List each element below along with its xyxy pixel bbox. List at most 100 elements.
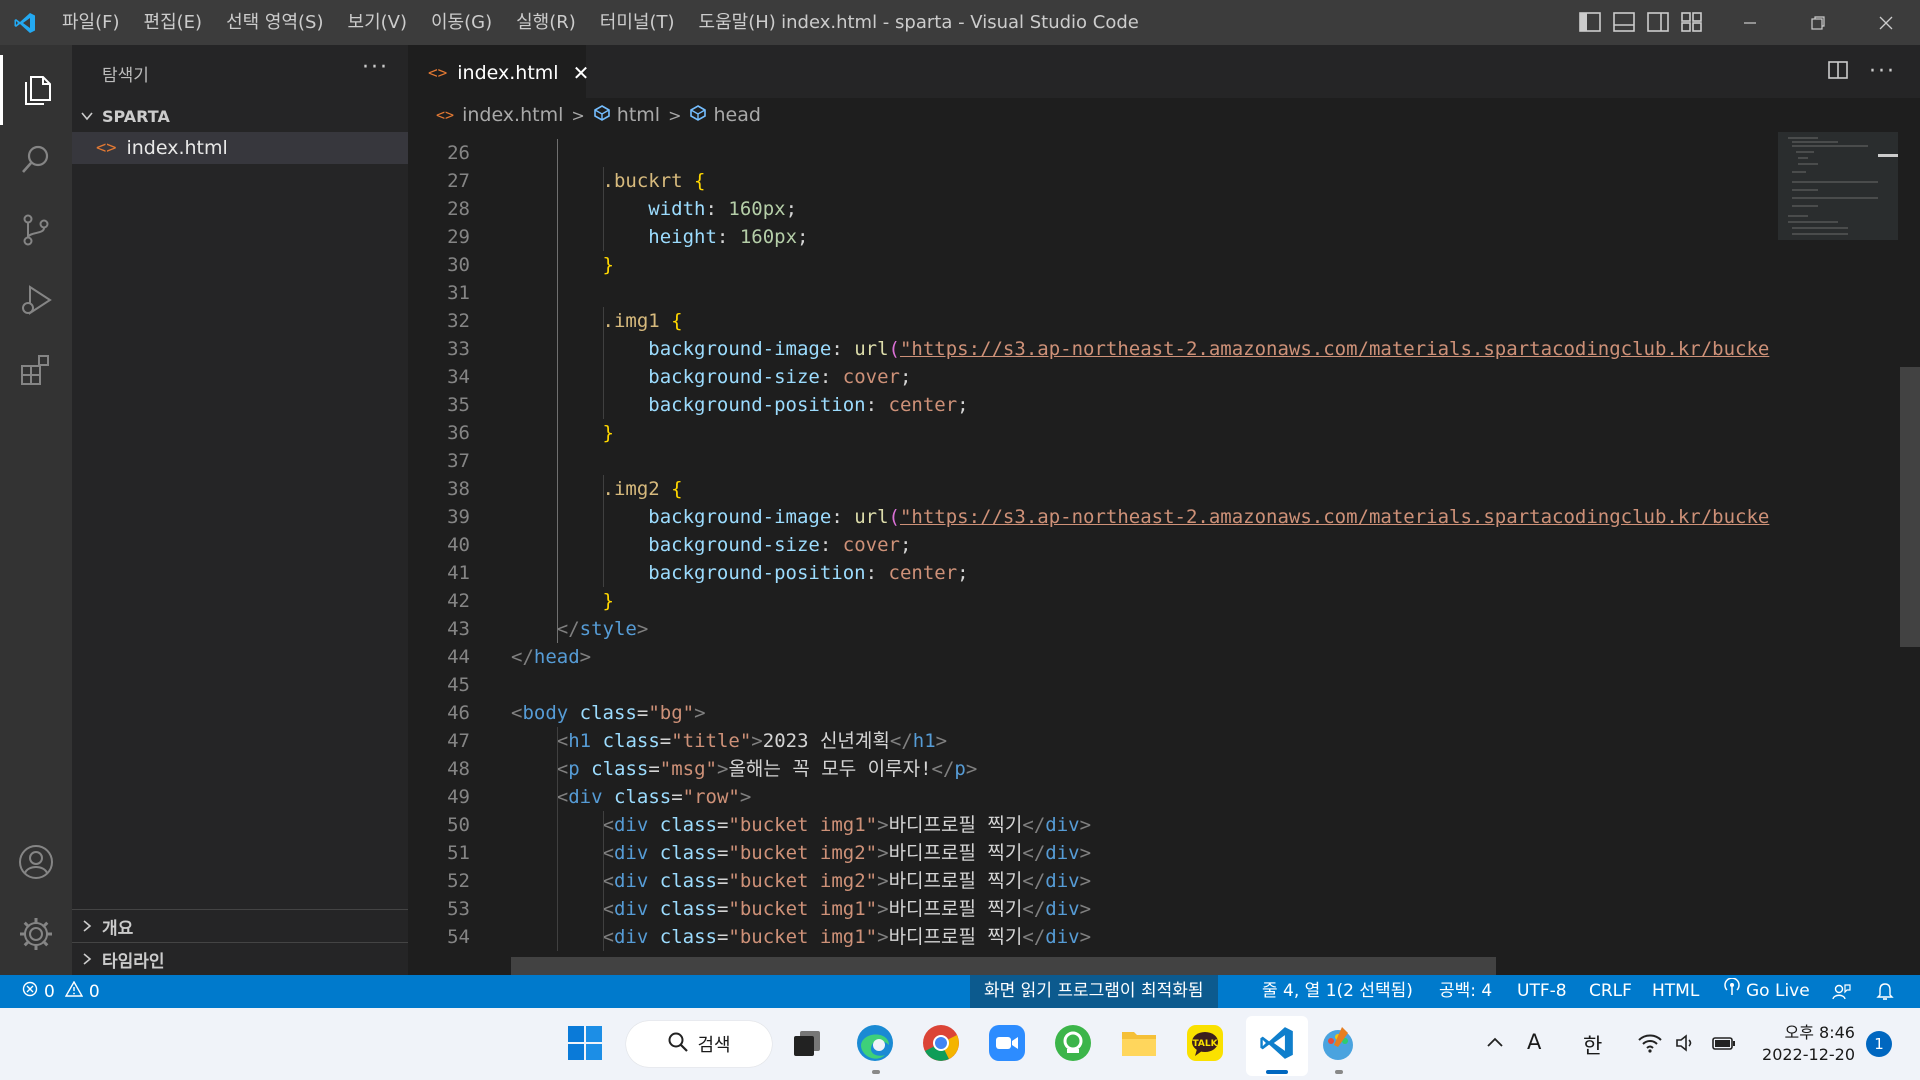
breadcrumb-head[interactable]: head bbox=[689, 104, 761, 127]
code-line[interactable]: 54 <div class="bucket img1">바디프로필 찍기</di… bbox=[408, 923, 1778, 951]
tab-index-html[interactable]: <> index.html ✕ bbox=[408, 45, 589, 98]
menu-help[interactable]: 도움말(H) bbox=[687, 0, 788, 45]
volume-icon[interactable] bbox=[1666, 1020, 1706, 1066]
screen-reader-status[interactable]: 화면 읽기 프로그램이 최적화됨 bbox=[970, 975, 1218, 1008]
code-line[interactable]: 47 <h1 class="title">2023 신년계획</h1> bbox=[408, 727, 1778, 755]
source-control-icon[interactable] bbox=[0, 195, 72, 265]
code-line[interactable]: 31 bbox=[408, 279, 1778, 307]
notifications-bell-icon[interactable] bbox=[1876, 975, 1894, 1008]
horizontal-scrollbar-thumb[interactable] bbox=[511, 957, 1496, 975]
accounts-icon[interactable] bbox=[0, 827, 72, 897]
code-line[interactable]: 44 </head> bbox=[408, 643, 1778, 671]
code-line[interactable]: 33 background-image: url("https://s3.ap-… bbox=[408, 335, 1778, 363]
outline-section[interactable]: 개요 bbox=[72, 909, 408, 942]
code-line[interactable]: 30 } bbox=[408, 251, 1778, 279]
kakaotalk-icon[interactable]: TALK bbox=[1182, 1020, 1228, 1066]
customize-layout-icon[interactable] bbox=[1680, 10, 1704, 34]
zoom-app-icon[interactable] bbox=[984, 1020, 1030, 1066]
close-tab-icon[interactable]: ✕ bbox=[573, 61, 590, 85]
code-line[interactable]: 26 bbox=[408, 139, 1778, 167]
code-line[interactable]: 43 </style> bbox=[408, 615, 1778, 643]
code-line[interactable]: 40 background-size: cover; bbox=[408, 531, 1778, 559]
minimize-icon[interactable] bbox=[1716, 0, 1784, 45]
folder-sparta[interactable]: SPARTA bbox=[72, 101, 408, 131]
explorer-icon[interactable] bbox=[0, 55, 72, 125]
edge-browser-icon[interactable] bbox=[852, 1020, 898, 1066]
code-line[interactable]: 49 <div class="row"> bbox=[408, 783, 1778, 811]
split-editor-icon[interactable] bbox=[1827, 59, 1849, 87]
file-explorer-icon[interactable] bbox=[1116, 1020, 1162, 1066]
more-actions-icon[interactable]: ··· bbox=[362, 55, 389, 80]
paint-app-icon[interactable] bbox=[1315, 1020, 1361, 1066]
menu-terminal[interactable]: 터미널(T) bbox=[588, 0, 687, 45]
battery-icon[interactable] bbox=[1704, 1020, 1744, 1066]
toggle-secondary-sidebar-icon[interactable] bbox=[1646, 10, 1670, 34]
code-line[interactable]: 28 width: 160px; bbox=[408, 195, 1778, 223]
code-line[interactable]: 29 height: 160px; bbox=[408, 223, 1778, 251]
code-line[interactable]: 50 <div class="bucket img1">바디프로필 찍기</di… bbox=[408, 811, 1778, 839]
menu-selection[interactable]: 선택 영역(S) bbox=[214, 0, 335, 45]
manage-gear-icon[interactable] bbox=[0, 899, 72, 969]
code-editor[interactable]: 26 27 .buckrt {28 width: 160px; 29 height:… bbox=[408, 132, 1778, 975]
wifi-icon[interactable] bbox=[1630, 1020, 1670, 1066]
ime-mode-han[interactable]: 한 bbox=[1583, 1030, 1602, 1060]
restore-icon[interactable] bbox=[1784, 0, 1852, 45]
code-line[interactable]: 41 background-position: center; bbox=[408, 559, 1778, 587]
code-line[interactable]: 48 <p class="msg">올해는 꼭 모두 이루자!</p> bbox=[408, 755, 1778, 783]
toggle-primary-sidebar-icon[interactable] bbox=[1578, 10, 1602, 34]
code-line[interactable]: 27 .buckrt { bbox=[408, 167, 1778, 195]
menu-run[interactable]: 실행(R) bbox=[504, 0, 588, 45]
code-line[interactable]: 34 background-size: cover; bbox=[408, 363, 1778, 391]
feedback-icon[interactable] bbox=[1831, 975, 1851, 1008]
activity-bar bbox=[0, 45, 72, 975]
file-item-index-html[interactable]: <> index.html bbox=[72, 132, 408, 164]
notification-badge[interactable]: 1 bbox=[1866, 1031, 1892, 1057]
end-of-line[interactable]: CRLF bbox=[1589, 975, 1632, 1008]
more-actions-icon[interactable]: ··· bbox=[1869, 59, 1896, 87]
menu-file[interactable]: 파일(F) bbox=[50, 0, 132, 45]
indentation-spaces[interactable]: 공백: 4 bbox=[1439, 975, 1492, 1008]
chevron-up-icon[interactable] bbox=[1472, 1020, 1518, 1066]
code-line[interactable]: 52 <div class="bucket img2">바디프로필 찍기</di… bbox=[408, 867, 1778, 895]
line-number: 54 bbox=[447, 926, 470, 948]
file-encoding[interactable]: UTF-8 bbox=[1517, 975, 1567, 1008]
code-line[interactable]: 37 bbox=[408, 447, 1778, 475]
code-line[interactable]: 51 <div class="bucket img2">바디프로필 찍기</di… bbox=[408, 839, 1778, 867]
timeline-section[interactable]: 타임라인 bbox=[72, 942, 408, 975]
cursor-position[interactable]: 줄 4, 열 1(2 선택됨) bbox=[1262, 975, 1413, 1008]
explorer-title: 탐색기 bbox=[102, 66, 149, 86]
green-app-icon[interactable] bbox=[1050, 1020, 1096, 1066]
breadcrumb-html[interactable]: html bbox=[593, 104, 660, 127]
run-debug-icon[interactable] bbox=[0, 265, 72, 335]
go-live-button[interactable]: Go Live bbox=[1724, 975, 1810, 1008]
code-line[interactable]: 42 } bbox=[408, 587, 1778, 615]
vscode-taskbar-icon[interactable] bbox=[1254, 1020, 1300, 1066]
code-line[interactable]: 38 .img2 { bbox=[408, 475, 1778, 503]
menu-edit[interactable]: 편집(E) bbox=[132, 0, 215, 45]
code-line[interactable]: 35 background-position: center; bbox=[408, 391, 1778, 419]
vertical-scrollbar-thumb[interactable] bbox=[1900, 367, 1920, 647]
code-line[interactable]: 32 .img1 { bbox=[408, 307, 1778, 335]
minimap[interactable] bbox=[1778, 132, 1920, 975]
windows-start-icon[interactable] bbox=[562, 1020, 608, 1066]
code-line[interactable]: 46 <body class="bg"> bbox=[408, 699, 1778, 727]
code-line[interactable]: 36 } bbox=[408, 419, 1778, 447]
task-view-icon[interactable] bbox=[784, 1020, 830, 1066]
warning-icon bbox=[64, 980, 84, 1002]
chrome-browser-icon[interactable] bbox=[918, 1020, 964, 1066]
extensions-icon[interactable] bbox=[0, 335, 72, 405]
toggle-panel-icon[interactable] bbox=[1612, 10, 1636, 34]
code-line[interactable]: 53 <div class="bucket img1">바디프로필 찍기</di… bbox=[408, 895, 1778, 923]
menu-go[interactable]: 이동(G) bbox=[419, 0, 504, 45]
search-icon[interactable] bbox=[0, 125, 72, 195]
code-line[interactable]: 45 bbox=[408, 671, 1778, 699]
problems-indicator[interactable]: 0 0 bbox=[22, 975, 100, 1008]
system-clock[interactable]: 오후 8:46 2022-12-20 bbox=[1755, 1022, 1855, 1066]
ime-mode-a[interactable]: A bbox=[1527, 1030, 1541, 1054]
language-mode[interactable]: HTML bbox=[1652, 975, 1699, 1008]
menu-view[interactable]: 보기(V) bbox=[336, 0, 419, 45]
taskbar-search[interactable]: 검색 bbox=[626, 1021, 772, 1067]
close-window-icon[interactable] bbox=[1852, 0, 1920, 45]
code-line[interactable]: 39 background-image: url("https://s3.ap-… bbox=[408, 503, 1778, 531]
breadcrumb-file[interactable]: <> index.html bbox=[436, 104, 563, 126]
